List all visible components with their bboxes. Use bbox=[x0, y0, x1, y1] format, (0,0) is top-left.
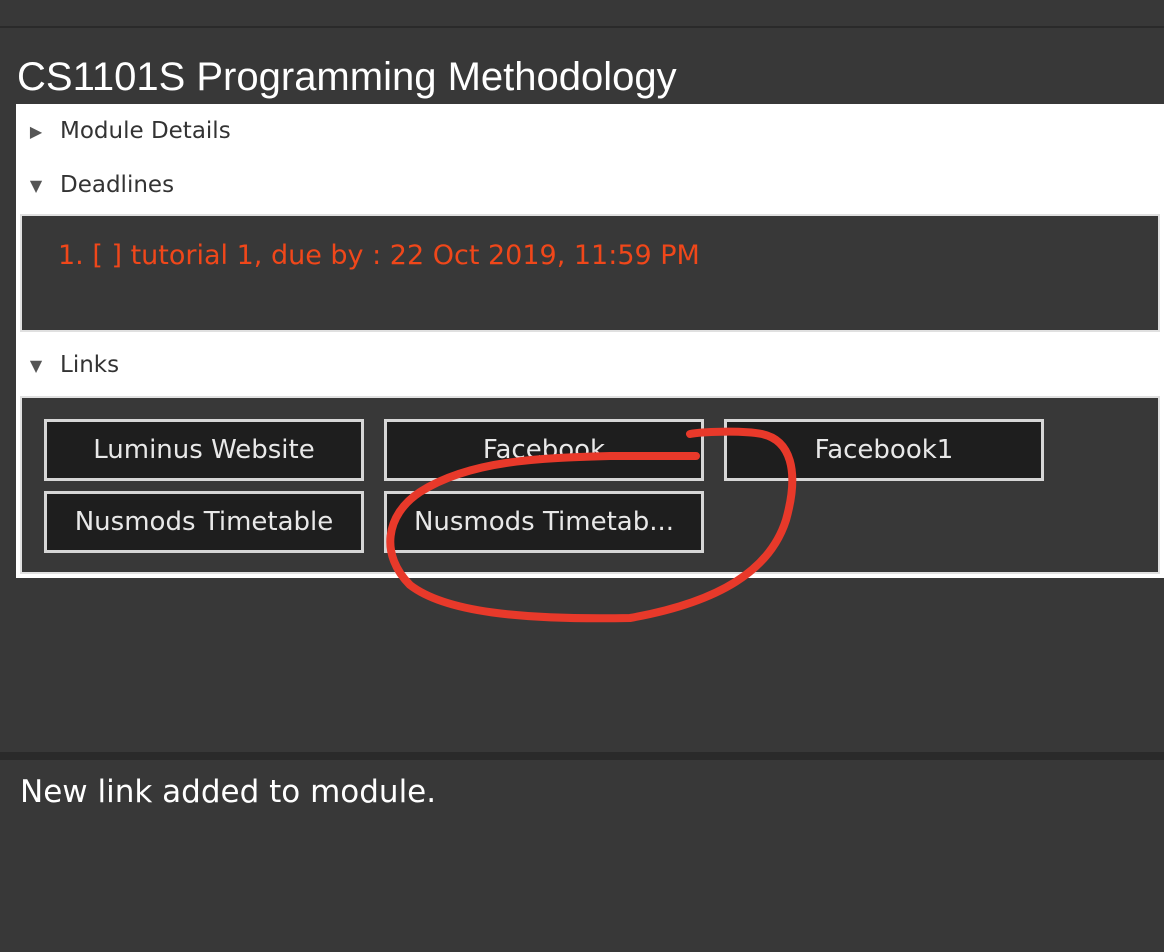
top-bar bbox=[0, 0, 1164, 28]
expanded-arrow-icon: ▼ bbox=[29, 175, 43, 195]
expanded-arrow-icon: ▼ bbox=[29, 355, 43, 375]
link-button-luminus-website[interactable]: Luminus Website bbox=[44, 419, 364, 481]
result-message: New link added to module. bbox=[20, 774, 437, 810]
section-header-module-details[interactable]: ▶ Module Details bbox=[16, 104, 1164, 158]
link-button-facebook[interactable]: Facebook bbox=[384, 419, 704, 481]
link-button-nusmods-timetable[interactable]: Nusmods Timetable bbox=[44, 491, 364, 553]
section-label-links: Links bbox=[60, 352, 120, 378]
pane-divider[interactable] bbox=[0, 752, 1164, 760]
deadlines-list: 1. [ ] tutorial 1, due by : 22 Oct 2019,… bbox=[20, 214, 1160, 332]
module-title: CS1101S Programming Methodology bbox=[17, 55, 677, 99]
module-detail-panel: ▶ Module Details ▼ Deadlines 1. [ ] tuto… bbox=[16, 104, 1164, 578]
link-button-facebook1[interactable]: Facebook1 bbox=[724, 419, 1044, 481]
section-header-deadlines[interactable]: ▼ Deadlines bbox=[16, 158, 1164, 212]
collapsed-arrow-icon: ▶ bbox=[29, 121, 43, 141]
result-display: New link added to module. bbox=[0, 760, 1164, 952]
deadline-item[interactable]: 1. [ ] tutorial 1, due by : 22 Oct 2019,… bbox=[58, 240, 700, 271]
section-label-deadlines: Deadlines bbox=[60, 172, 175, 198]
links-list: Luminus Website Facebook Facebook1 Nusmo… bbox=[20, 396, 1160, 574]
section-label-module-details: Module Details bbox=[60, 118, 231, 144]
link-button-nusmods-timetable-truncated[interactable]: Nusmods Timetab... bbox=[384, 491, 704, 553]
section-header-links[interactable]: ▼ Links bbox=[16, 338, 1164, 392]
